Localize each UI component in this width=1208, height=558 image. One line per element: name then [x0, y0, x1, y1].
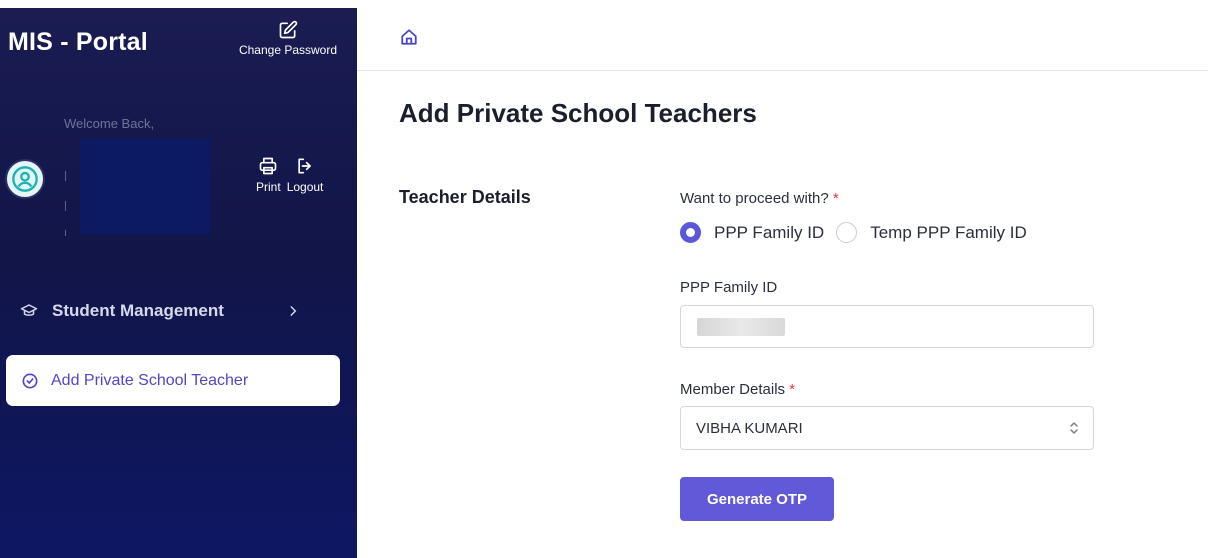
graduation-cap-icon — [20, 304, 38, 316]
edit-icon — [279, 20, 298, 39]
member-details-label-text: Member Details — [680, 381, 786, 398]
section-title: Teacher Details — [399, 187, 531, 207]
proceed-radio-group: PPP Family ID Temp PPP Family ID — [680, 222, 1039, 243]
home-button[interactable] — [400, 28, 418, 51]
ppp-family-id-input[interactable] — [680, 305, 1094, 348]
radio-ppp-family-id[interactable] — [680, 222, 701, 243]
print-label: Print — [256, 180, 281, 194]
print-icon — [260, 157, 277, 175]
radio-temp-ppp-family-id[interactable] — [836, 222, 858, 243]
avatar — [5, 159, 45, 199]
sidebar-item-label: Add Private School Teacher — [51, 371, 249, 389]
redacted-user-info — [80, 139, 210, 234]
print-button[interactable]: Print — [256, 156, 281, 194]
sidebar-item-student-management[interactable]: Student Management — [20, 300, 340, 322]
check-circle-icon — [22, 373, 38, 388]
radio-label: PPP Family ID — [714, 222, 825, 242]
member-details-value: VIBHA KUMARI — [696, 419, 803, 437]
welcome-text: Welcome Back, — [64, 116, 155, 131]
change-password-button[interactable]: Change Password — [232, 20, 344, 57]
user-actions: Print Logout — [256, 156, 323, 194]
logout-label: Logout — [286, 180, 324, 194]
generate-otp-button[interactable]: Generate OTP — [680, 477, 834, 521]
required-mark: * — [789, 381, 796, 398]
top-bar — [357, 8, 1208, 71]
home-icon — [401, 29, 417, 45]
masked-input-value — [697, 318, 785, 336]
radio-option-ppp-family-id[interactable]: PPP Family ID — [680, 222, 824, 243]
required-mark: * — [832, 190, 839, 207]
user-info-line — [65, 230, 66, 236]
logout-icon — [298, 158, 311, 174]
radio-label: Temp PPP Family ID — [870, 222, 1027, 242]
member-details-select[interactable]: VIBHA KUMARI — [680, 406, 1094, 450]
sidebar-item-add-private-school-teacher[interactable]: Add Private School Teacher — [6, 355, 340, 406]
sidebar-item-label: Student Management — [52, 301, 224, 320]
member-details-label: Member Details * — [680, 381, 795, 398]
user-info-line — [65, 171, 66, 181]
user-avatar-icon — [12, 166, 38, 192]
proceed-label-text: Want to proceed with? — [680, 190, 829, 207]
ppp-family-id-label: PPP Family ID — [680, 279, 778, 296]
proceed-label: Want to proceed with? * — [680, 190, 839, 207]
chevron-right-icon — [290, 306, 297, 316]
brand-title: MIS - Portal — [8, 28, 148, 56]
user-info-line — [65, 201, 66, 211]
page-title: Add Private School Teachers — [399, 98, 757, 128]
change-password-label: Change Password — [238, 43, 338, 57]
sidebar: MIS - Portal Change Password Welcome Bac… — [0, 8, 357, 558]
select-caret-icon — [1070, 422, 1078, 434]
logout-button[interactable]: Logout — [286, 156, 324, 194]
radio-option-temp-ppp-family-id[interactable]: Temp PPP Family ID — [836, 222, 1027, 243]
